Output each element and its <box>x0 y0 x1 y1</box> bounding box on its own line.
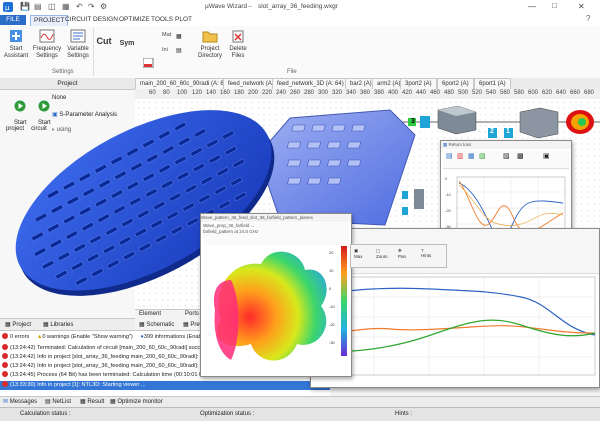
undo-icon[interactable]: ↶ <box>76 2 83 11</box>
delete-icon <box>232 30 244 43</box>
ribbon-mini-label-2: Ini <box>162 47 168 53</box>
frequency-settings-button[interactable]: Frequency Settings <box>32 28 62 60</box>
viewer-titlebar: Wave_pattern_36_feed_slot_36_farfield_pa… <box>201 214 351 222</box>
waveguide-block-2[interactable] <box>519 107 559 139</box>
ribbon-small-icon-1[interactable]: ▦ <box>176 33 182 40</box>
ribbon-mini-label: Mat <box>162 32 172 38</box>
colorbar-labels: 20 10 0 -10 -20 -30 <box>329 250 335 345</box>
tab-3port2[interactable]: 3port2 (A) <box>400 78 437 89</box>
port-label-4: 1 <box>506 128 510 135</box>
frequency-icon <box>39 29 55 43</box>
save-icon[interactable]: 💾 <box>20 2 30 11</box>
maximize-button[interactable]: □ <box>552 1 557 10</box>
schematic-port-cluster <box>402 189 424 215</box>
ribbon: Start Assistant Frequency Settings Varia… <box>0 26 600 79</box>
assistant-icon <box>10 30 22 42</box>
calculation-status: Calculation status : <box>20 411 71 417</box>
plot-tool-icon-2[interactable]: ▥ <box>457 152 464 160</box>
minimize-button[interactable]: — <box>528 2 536 11</box>
plot-window-titlebar: ▦ Return loss <box>441 141 571 149</box>
variable-settings-button[interactable]: Variable Settings <box>64 28 92 60</box>
settings-icon[interactable]: ⚙ <box>100 2 107 11</box>
message-row-selected[interactable]: (13:33:30) Info in project [1]: NTL3D: S… <box>0 381 330 390</box>
tab-optimize-monitor[interactable]: ▦ Optimize monitor <box>110 398 163 405</box>
new-icon[interactable]: ◫ <box>48 2 56 11</box>
tab-schematic[interactable]: ▦ Schematic <box>139 321 174 328</box>
help-icon[interactable]: ? <box>586 14 590 23</box>
delete-files-button[interactable]: Delete Files <box>226 28 250 60</box>
close-button[interactable]: ✕ <box>578 2 585 11</box>
y-tick: -10 <box>445 192 452 197</box>
app-name: µWave Wizard <box>205 3 248 10</box>
ribbon-group-file: File <box>287 69 297 75</box>
error-icon <box>2 333 8 339</box>
project-directory-button[interactable]: Project Directory <box>195 28 225 60</box>
open-icon[interactable]: ▤ <box>34 2 42 11</box>
ribbon-group-settings: Settings <box>52 69 74 75</box>
tab-netlist[interactable]: ▤ NetList <box>45 398 71 405</box>
viewer-tool-pan[interactable]: ✥ Pan <box>398 248 406 259</box>
status-bar: Calculation status : Optimization status… <box>0 407 600 421</box>
y-tick: 0 <box>445 176 448 181</box>
tab-libraries[interactable]: ▦ Libraries <box>40 320 76 330</box>
title-bar: µ 💾 ▤ ◫ ▦ ↶ ↷ ⚙ µWave Wizard -- slot_arr… <box>0 0 600 15</box>
variable-icon <box>70 29 86 43</box>
viewer-tool-max[interactable]: ▣ Max <box>354 248 363 259</box>
y-tick: -20 <box>445 208 452 213</box>
cut-button[interactable]: Cut <box>96 37 112 46</box>
tab-6port2[interactable]: 6port2 (A) <box>437 78 474 89</box>
pdf-icon[interactable] <box>143 58 155 68</box>
sym-button[interactable]: Sym <box>119 40 135 47</box>
menu-plot[interactable]: PLOT <box>172 15 195 25</box>
menu-file[interactable]: FILE <box>0 15 26 25</box>
saveas-icon[interactable]: ▦ <box>62 2 70 11</box>
tab-messages[interactable]: ✉ Messages <box>3 398 37 405</box>
tab-6port1[interactable]: 6port1 (A) <box>474 78 511 89</box>
plot-tool-icon-3[interactable]: ▦ <box>468 152 475 160</box>
svg-text:µ: µ <box>5 4 10 12</box>
ribbon-small-icon-2[interactable]: ▤ <box>176 47 182 54</box>
viewer-toolbar: ▣ Max ▢ Zoom ✥ Pan ? Hints <box>350 244 447 268</box>
tab-result[interactable]: ▦ Result <box>80 398 104 405</box>
redo-icon[interactable]: ↷ <box>88 2 95 11</box>
hints-status: Hints : <box>395 411 413 417</box>
colorbar <box>341 246 347 356</box>
viewer-tool-zoom[interactable]: ▢ Zoom <box>376 248 388 259</box>
radiation-chart <box>318 276 596 376</box>
plot-tool-icon-6[interactable]: ▩ <box>517 152 524 160</box>
plot-tool-icon-1[interactable]: ▤ <box>446 152 453 160</box>
folder-icon <box>202 31 218 43</box>
farfield-viewer-window[interactable]: Wave_pattern_36_feed_slot_36_farfield_pa… <box>200 213 352 377</box>
viewer-tool-hints[interactable]: ? Hints <box>421 248 431 258</box>
tab-project[interactable]: ▦ Project <box>2 320 34 330</box>
plot-toolbar: ▤ ▥ ▦ ▧ ▨ ▩ ▣ <box>443 150 569 169</box>
optimization-status: Optimization status : <box>200 411 255 417</box>
start-assistant-button[interactable]: Start Assistant <box>3 28 29 60</box>
app-logo-icon: µ <box>3 2 13 12</box>
port-label-3: 2 <box>490 128 494 135</box>
plot-tool-icon-7[interactable]: ▣ <box>543 152 550 160</box>
window-title: slot_array_36_feeding.wxgr <box>258 3 338 10</box>
plot-tool-icon-5[interactable]: ▨ <box>503 152 510 160</box>
plot-tool-icon-4[interactable]: ▧ <box>479 152 486 160</box>
